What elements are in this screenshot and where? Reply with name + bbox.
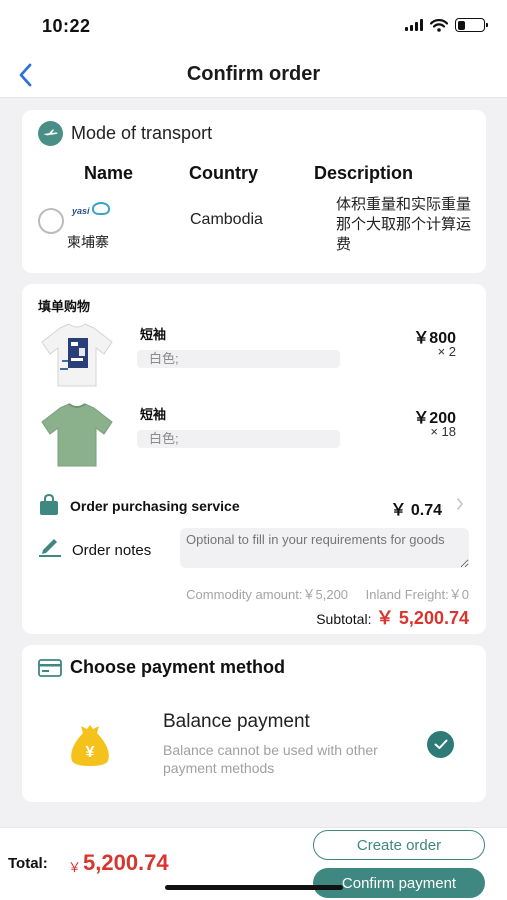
cellular-signal-icon — [405, 19, 423, 31]
total-label: Total: — [8, 855, 48, 872]
svg-text:¥: ¥ — [86, 744, 95, 761]
column-header-name: Name — [84, 163, 134, 183]
total-currency: ￥ — [68, 860, 82, 875]
commodity-amount: Commodity amount:￥5,200 — [186, 587, 349, 602]
home-indicator — [165, 885, 343, 890]
product-quantity: × 2 — [437, 344, 456, 359]
product-quantity: × 18 — [430, 424, 456, 439]
transport-card: Mode of transport Name Country Descripti… — [22, 110, 486, 273]
shopping-bag-icon — [40, 494, 58, 515]
credit-card-icon — [38, 659, 62, 677]
column-header-country: Country — [189, 163, 258, 183]
wifi-icon — [430, 18, 448, 32]
service-label: Order purchasing service — [70, 498, 240, 514]
product-image-white-tshirt — [41, 323, 113, 387]
notes-input[interactable] — [180, 528, 469, 568]
route-name: 柬埔寨 — [67, 234, 109, 250]
payment-method-note: Balance cannot be used with other paymen… — [163, 742, 378, 776]
payment-section-title: Choose payment method — [70, 657, 286, 677]
pen-icon — [39, 539, 61, 557]
product-name: 短袖 — [140, 407, 167, 422]
product-image-green-tshirt — [41, 403, 113, 467]
total-value: 5,200.74 — [83, 850, 169, 875]
subtotal: Subtotal: ￥ 5,200.74 — [316, 604, 469, 630]
order-card: 填单购物 短袖 白色; ￥800 × 2 短袖 白色; ￥200 × 18 Or… — [22, 284, 486, 634]
create-order-button[interactable]: Create order — [313, 830, 485, 860]
inland-freight: Inland Freight:￥0 — [365, 587, 469, 602]
battery-icon — [455, 18, 488, 32]
product-spec[interactable]: 白色; — [137, 430, 340, 448]
money-bag-icon: ¥ — [71, 725, 109, 766]
nav-bar: Confirm order — [0, 52, 507, 98]
airplane-icon — [38, 121, 63, 146]
payment-selected-check[interactable] — [427, 731, 454, 758]
order-section-title: 填单购物 — [38, 299, 91, 314]
payment-card: Choose payment method ¥ Balance payment … — [22, 645, 486, 802]
product-spec[interactable]: 白色; — [137, 350, 340, 368]
transport-header: Mode of transport — [38, 121, 212, 146]
status-time: 10:22 — [42, 16, 91, 36]
route-radio[interactable] — [38, 208, 64, 234]
confirm-payment-button[interactable]: Confirm payment — [313, 868, 485, 898]
chevron-right-icon — [457, 498, 464, 510]
status-icons — [405, 18, 488, 32]
product-item[interactable]: 短袖 白色; ￥800 × 2 — [22, 320, 486, 390]
notes-label: Order notes — [72, 542, 152, 559]
route-country: Cambodia — [190, 211, 263, 228]
page-title: Confirm order — [186, 63, 321, 85]
checkmark-icon — [434, 739, 447, 749]
payment-method-name: Balance payment — [163, 711, 310, 732]
column-header-description: Description — [314, 163, 414, 183]
product-item[interactable]: 短袖 白色; ￥200 × 18 — [22, 400, 486, 470]
carrier-logo: yasi — [72, 202, 110, 220]
carrier-logo-text: yasi — [72, 206, 90, 216]
transport-title: Mode of transport — [71, 123, 213, 143]
amount-summary: Commodity amount:￥5,200 Inland Freight:￥… — [186, 584, 469, 603]
service-price: ￥ 0.74 — [390, 502, 442, 519]
route-description: 体积重量和实际重量那个大取那个计算运费 — [336, 196, 472, 253]
subtotal-label: Subtotal: — [316, 611, 372, 627]
order-notes-row: Order notes — [38, 528, 478, 570]
purchasing-service-row[interactable]: Order purchasing service ￥ 0.74 — [38, 494, 478, 519]
product-name: 短袖 — [140, 327, 167, 342]
subtotal-value: ￥ 5,200.74 — [375, 608, 469, 628]
status-bar: 10:22 — [0, 0, 507, 52]
